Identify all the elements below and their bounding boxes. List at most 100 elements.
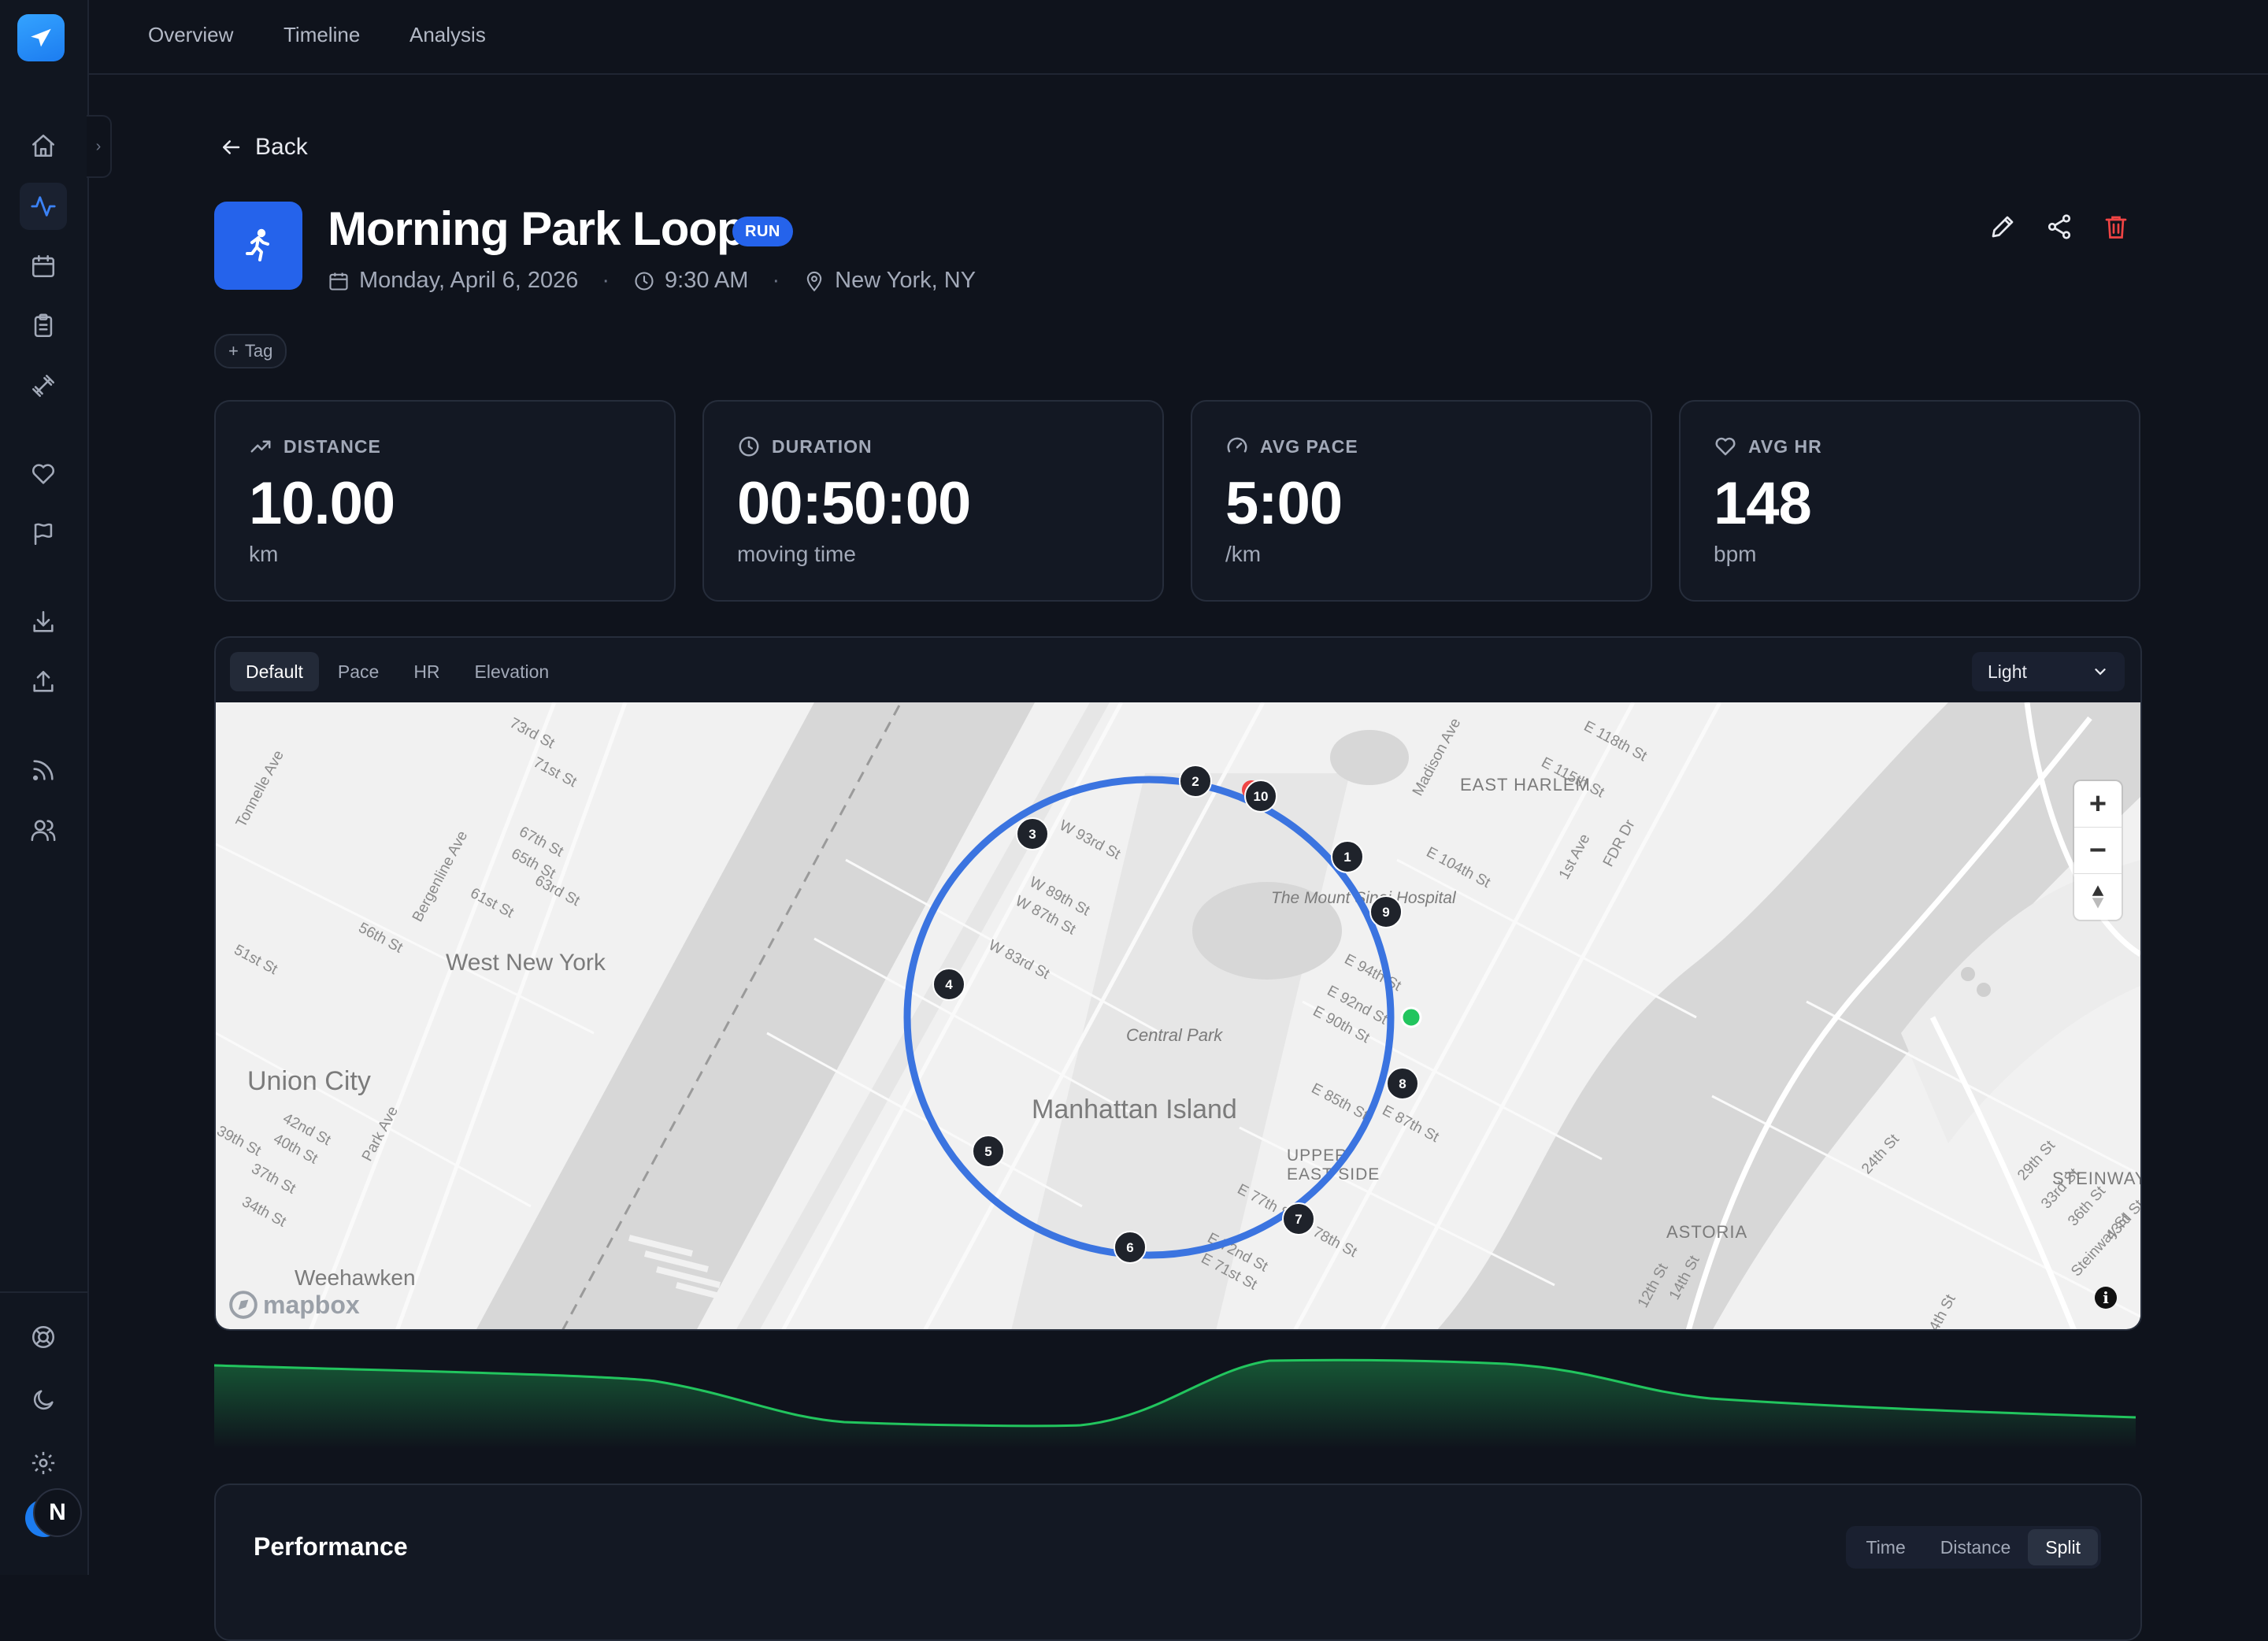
km-marker-2[interactable]: 2	[1179, 765, 1212, 798]
svg-text:West New York: West New York	[446, 950, 606, 976]
activity-date: Monday, April 6, 2026	[359, 268, 579, 293]
user-avatar[interactable]: N	[24, 1488, 82, 1537]
gear-icon[interactable]	[20, 1439, 67, 1487]
help-icon[interactable]	[20, 1313, 67, 1361]
activity-icon[interactable]	[20, 183, 67, 230]
mapbox-wordmark: mapbox	[263, 1290, 360, 1319]
tab-timeline[interactable]: Timeline	[284, 23, 360, 47]
tab-hr[interactable]: HR	[398, 652, 455, 691]
tab-analysis[interactable]: Analysis	[410, 23, 486, 47]
route-start-marker[interactable]	[1400, 1006, 1422, 1028]
svg-text:3: 3	[1028, 827, 1036, 842]
edit-button[interactable]	[1979, 203, 2026, 250]
stat-label: DURATION	[772, 435, 873, 457]
sidebar-collapse-handle[interactable]: ›	[87, 115, 112, 178]
segment-time[interactable]: Time	[1849, 1529, 1923, 1565]
km-marker-6[interactable]: 6	[1114, 1231, 1147, 1264]
share-icon	[2048, 214, 2071, 239]
back-button[interactable]: Back	[219, 134, 308, 161]
moon-icon[interactable]	[20, 1376, 67, 1424]
tab-elevation[interactable]: Elevation	[459, 652, 565, 691]
add-tag-label: Tag	[244, 341, 273, 361]
home-icon[interactable]	[20, 122, 67, 169]
activity-title: Morning Park Loop	[328, 202, 746, 255]
map-mode-tabs: Default Pace HR Elevation	[230, 652, 565, 691]
back-label: Back	[255, 134, 308, 160]
pond	[1961, 967, 1975, 981]
compass-icon	[2092, 885, 2104, 909]
activity-meta: Monday, April 6, 2026 · 9:30 AM · New Yo…	[328, 268, 976, 294]
zoom-in-button[interactable]: +	[2074, 781, 2122, 828]
rss-icon[interactable]	[20, 746, 67, 794]
stat-label: AVG HR	[1748, 435, 1822, 457]
km-marker-9[interactable]: 9	[1369, 895, 1403, 928]
compass-button[interactable]	[2074, 874, 2122, 920]
tab-default[interactable]: Default	[230, 652, 319, 691]
segment-split[interactable]: Split	[2028, 1529, 2098, 1565]
tab-overview[interactable]: Overview	[148, 23, 233, 47]
performance-view-toggle: Time Distance Split	[1845, 1526, 2101, 1569]
minus-icon: −	[2088, 833, 2107, 867]
map-canvas[interactable]: Manhattan Island Central Park West New Y…	[216, 702, 2140, 1329]
stat-label: DISTANCE	[284, 435, 381, 457]
dumbbell-icon[interactable]	[20, 362, 67, 409]
mapbox-logo[interactable]: mapbox	[228, 1290, 360, 1320]
clock-icon	[739, 436, 759, 457]
svg-text:Manhattan Island: Manhattan Island	[1032, 1095, 1237, 1124]
zoom-out-button[interactable]: −	[2074, 828, 2122, 874]
stat-value: 148	[1714, 470, 1812, 537]
heart-icon[interactable]	[20, 450, 67, 498]
clipboard-icon[interactable]	[20, 302, 67, 350]
km-marker-7[interactable]: 7	[1282, 1202, 1315, 1235]
activity-location: New York, NY	[835, 268, 976, 293]
pencil-icon	[1992, 216, 2014, 238]
svg-text:9: 9	[1382, 905, 1389, 920]
stat-unit: /km	[1225, 542, 1262, 566]
app-logo[interactable]	[17, 14, 65, 61]
svg-text:1: 1	[1343, 850, 1351, 865]
chevron-down-icon	[2095, 669, 2106, 676]
share-button[interactable]	[2036, 203, 2083, 250]
stat-value: 5:00	[1225, 470, 1343, 537]
km-marker-3[interactable]: 3	[1016, 817, 1049, 850]
segment-distance[interactable]: Distance	[1923, 1529, 2028, 1565]
map-svg: Manhattan Island Central Park West New Y…	[216, 702, 2140, 1329]
top-navigation: Overview Timeline Analysis	[88, 0, 2268, 75]
sidebar-divider	[0, 1291, 87, 1293]
download-icon[interactable]	[20, 598, 67, 646]
plus-icon: +	[228, 341, 239, 361]
clock-icon	[635, 271, 654, 291]
flag-icon[interactable]	[20, 510, 67, 557]
svg-text:6: 6	[1126, 1240, 1133, 1255]
runner-icon	[246, 228, 269, 261]
add-tag-button[interactable]: + Tag	[214, 334, 287, 369]
km-marker-4[interactable]: 4	[932, 968, 965, 1001]
delete-button[interactable]	[2092, 203, 2140, 250]
trash-icon	[2105, 216, 2127, 239]
users-icon[interactable]	[20, 806, 67, 854]
stat-value: 10.00	[249, 470, 395, 537]
stat-unit: moving time	[737, 542, 856, 566]
calendar-icon[interactable]	[20, 243, 67, 290]
map-style-value: Light	[1988, 661, 2027, 682]
stat-card-distance: DISTANCE 10.00 km	[214, 400, 676, 602]
tab-pace[interactable]: Pace	[322, 652, 395, 691]
performance-title: Performance	[254, 1532, 408, 1561]
mapbox-mark-icon	[229, 1291, 258, 1319]
logo-arrow-icon	[31, 28, 51, 47]
stat-unit: km	[249, 542, 279, 566]
km-marker-8[interactable]: 8	[1386, 1067, 1419, 1100]
map-info-button[interactable]: i	[2095, 1287, 2117, 1309]
plus-icon: +	[2088, 787, 2107, 820]
upload-icon[interactable]	[20, 658, 67, 706]
km-marker-1[interactable]: 1	[1331, 840, 1364, 873]
stat-card-avg-pace: AVG PACE 5:00 /km	[1191, 400, 1652, 602]
km-marker-10[interactable]: 10	[1244, 780, 1277, 813]
svg-text:8: 8	[1399, 1076, 1406, 1091]
arrow-left-icon	[223, 140, 240, 154]
km-marker-5[interactable]: 5	[972, 1135, 1005, 1168]
map-style-select[interactable]: Light	[1972, 652, 2125, 691]
avatar-initial: N	[33, 1488, 82, 1537]
svg-text:ASTORIA: ASTORIA	[1666, 1222, 1747, 1242]
harlem-meer	[1330, 730, 1409, 785]
